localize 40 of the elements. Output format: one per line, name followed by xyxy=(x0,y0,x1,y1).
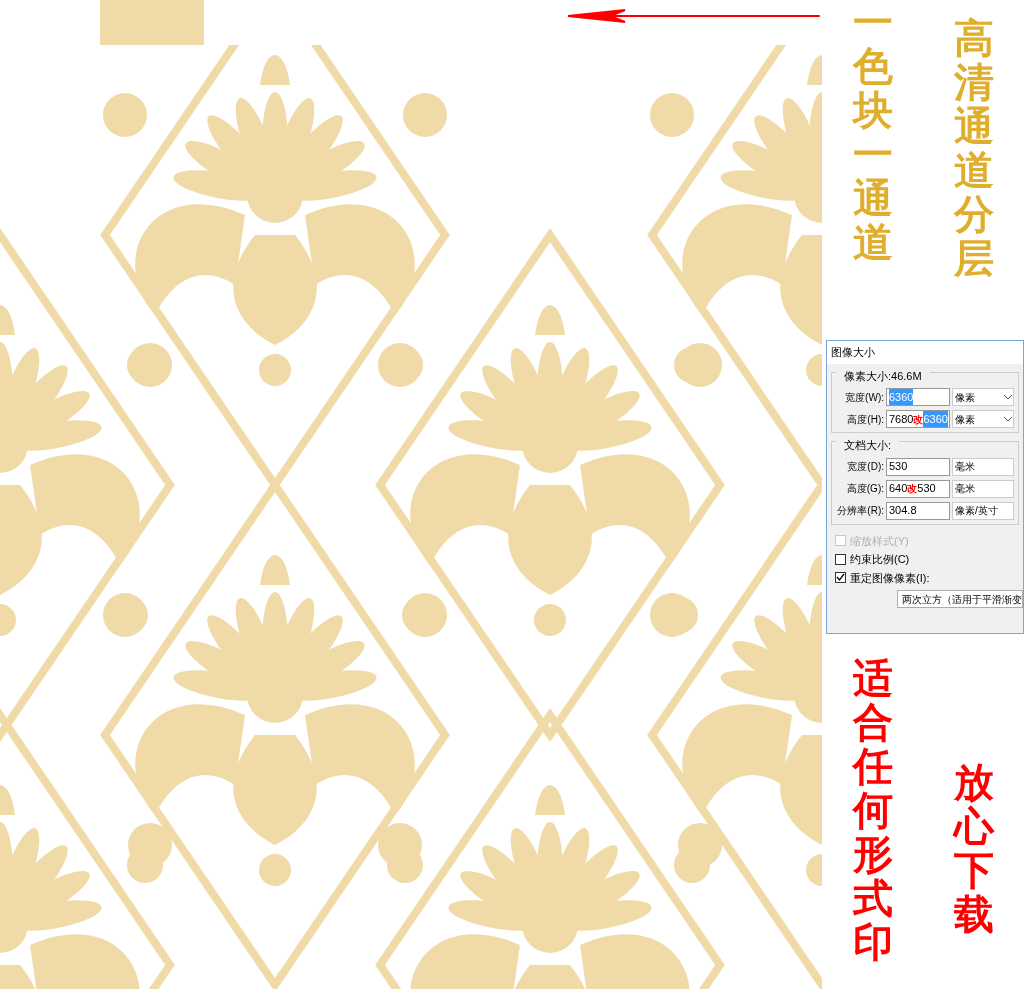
field-value: 7680 xyxy=(889,411,914,427)
checkbox-label: 重定图像像素(I): xyxy=(850,570,930,586)
field-value: 530 xyxy=(889,459,908,475)
vertical-tagline: 一色块一通道 xyxy=(852,0,893,264)
group-legend: 像素大小:46.6M xyxy=(836,367,930,384)
vertical-tagline: 适合任何形式印 xyxy=(852,656,893,964)
field-value: 304.8 xyxy=(889,503,917,519)
unit-dropdown[interactable]: 像素 xyxy=(952,388,1014,406)
field-label: 宽度(D): xyxy=(846,460,884,474)
value-field[interactable]: 530 xyxy=(886,457,950,476)
annotation-mark: 改 xyxy=(907,482,918,496)
field-value: 530 xyxy=(917,481,936,497)
checkmark-icon xyxy=(836,573,845,583)
field-label: 高度(G): xyxy=(845,482,884,496)
checkbox-label: 缩放样式(Y) xyxy=(850,533,909,549)
checkbox[interactable] xyxy=(835,572,846,584)
dialog-title: 图像大小 xyxy=(827,341,1023,364)
field-label: 高度(H): xyxy=(846,412,884,427)
chevron-icon xyxy=(1004,394,1012,400)
arrow-icon xyxy=(566,9,822,23)
value-field[interactable]: 640改530 xyxy=(886,479,950,498)
unit-dropdown[interactable]: 毫米 xyxy=(952,457,1014,476)
group-legend: 文档大小: xyxy=(836,437,900,454)
field-value: 640 xyxy=(889,481,908,497)
selected-value: 6360 xyxy=(923,411,948,427)
unit-dropdown[interactable]: 像素/英寸 xyxy=(952,501,1014,520)
checkbox[interactable] xyxy=(835,553,846,565)
chevron-icon xyxy=(1004,416,1012,422)
field-label: 宽度(W): xyxy=(844,390,884,405)
annotation-mark: 改 xyxy=(913,412,924,427)
checkbox-label: 约束比例(C) xyxy=(850,552,910,567)
unit-dropdown[interactable]: 毫米 xyxy=(952,479,1014,498)
selected-value: 6360 xyxy=(889,389,914,405)
unit-dropdown[interactable]: 像素 xyxy=(952,410,1014,428)
value-field[interactable]: 304.8 xyxy=(886,501,950,520)
vertical-tagline: 放心下载 xyxy=(953,760,994,936)
vertical-tagline: 高清通道分层 xyxy=(953,16,994,280)
resample-dropdown[interactable]: 两次立方（适用于平滑渐变 xyxy=(897,590,1023,608)
value-field[interactable]: 7680改6360 xyxy=(886,410,950,428)
field-label: 分辨率(R): xyxy=(836,504,884,518)
